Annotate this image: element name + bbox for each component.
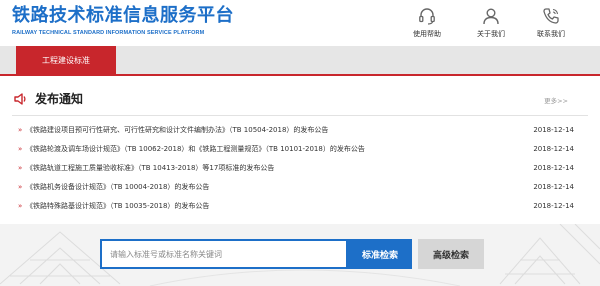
search-field[interactable] [100, 239, 348, 269]
search-input[interactable] [110, 249, 346, 259]
bullet-icon: » [18, 202, 23, 211]
bullet-icon: » [18, 163, 23, 172]
site-title[interactable]: 铁路技术标准信息服务平台 [12, 5, 234, 27]
notices-title: 发布通知 [35, 92, 84, 106]
notice-date: 2018-12-14 [533, 125, 574, 134]
site-header: 铁路技术标准信息服务平台 RAILWAY TECHNICAL STANDARD … [0, 0, 600, 46]
list-item[interactable]: » 《铁路轮渡及调车场设计规范》（TB 10062-2018）和《铁路工程测量规… [18, 139, 578, 158]
divider [12, 115, 588, 116]
more-link[interactable]: 更多>> [544, 95, 568, 105]
notice-date: 2018-12-14 [533, 202, 574, 211]
user-icon [483, 8, 499, 25]
notice-list: » 《铁路建设项目预可行性研究、可行性研究和设计文件编制办法》（TB 10504… [18, 120, 578, 216]
notice-date: 2018-12-14 [533, 163, 574, 172]
standard-search-button[interactable]: 标准检索 [348, 239, 412, 269]
phone-icon [543, 8, 559, 24]
notices-header: 发布通知 更多>> [0, 86, 600, 114]
notice-date: 2018-12-14 [533, 144, 574, 153]
megaphone-icon [14, 93, 26, 105]
tab-engineering-standards[interactable]: 工程建设标准 [16, 46, 116, 74]
notice-title[interactable]: 《铁路建设项目预可行性研究、可行性研究和设计文件编制办法》（TB 10504-2… [26, 125, 578, 135]
about-link-label: 关于我们 [477, 30, 505, 38]
bullet-icon: » [18, 125, 23, 134]
list-item[interactable]: » 《铁路特殊路基设计规范》（TB 10035-2018）的发布公告 2018-… [18, 197, 578, 216]
main-nav: 工程建设标准 [0, 46, 600, 76]
site-subtitle: RAILWAY TECHNICAL STANDARD INFORMATION S… [12, 30, 205, 36]
notice-title[interactable]: 《铁路机务设备设计规范》（TB 10004-2018）的发布公告 [26, 182, 578, 192]
bullet-icon: » [18, 144, 23, 153]
notice-date: 2018-12-14 [533, 183, 574, 192]
list-item[interactable]: » 《铁路机务设备设计规范》（TB 10004-2018）的发布公告 2018-… [18, 178, 578, 197]
contact-link-label: 联系我们 [537, 30, 565, 38]
list-item[interactable]: » 《铁路建设项目预可行性研究、可行性研究和设计文件编制办法》（TB 10504… [18, 120, 578, 139]
bullet-icon: » [18, 183, 23, 192]
page: 铁路技术标准信息服务平台 RAILWAY TECHNICAL STANDARD … [0, 0, 600, 286]
headset-icon [419, 8, 435, 25]
contact-link[interactable]: 联系我们 [528, 6, 574, 39]
help-link[interactable]: 使用帮助 [404, 6, 450, 39]
list-item[interactable]: » 《铁路轨道工程施工质量验收标准》（TB 10413-2018）等17项标准的… [18, 158, 578, 177]
notice-title[interactable]: 《铁路轨道工程施工质量验收标准》（TB 10413-2018）等17项标准的发布… [26, 163, 578, 173]
advanced-search-button[interactable]: 高级检索 [418, 239, 484, 269]
help-link-label: 使用帮助 [413, 30, 441, 38]
notice-title[interactable]: 《铁路特殊路基设计规范》（TB 10035-2018）的发布公告 [26, 201, 578, 211]
notice-title[interactable]: 《铁路轮渡及调车场设计规范》（TB 10062-2018）和《铁路工程测量规范》… [26, 144, 578, 154]
about-link[interactable]: 关于我们 [468, 6, 514, 39]
